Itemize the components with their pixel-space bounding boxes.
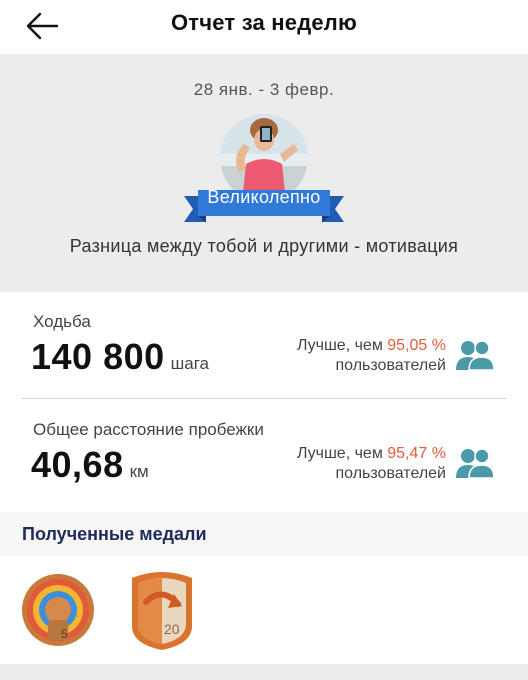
comparison-text: Лучше, чем 95,47 % пользователей [297,444,446,484]
comparison-prefix: Лучше, чем [296,445,383,462]
stat-label: Ходьба [33,312,91,331]
stat-number: 40,68 [31,444,124,485]
stat-value: 140 800 шага [31,336,209,378]
comparison-percent: 95,05 % [387,337,446,354]
medal-number: 20 [164,621,180,637]
medals-header: Полученные медали [0,512,528,556]
stats-panel: Ходьба 140 800 шага Лучше, чем 95,05 % по… [0,292,528,512]
shield-medal-icon[interactable]: 20 [124,568,200,652]
stat-label: Общее расстояние пробежки [33,420,264,439]
page-title: Отчет за неделю [171,10,357,35]
comparison-text: Лучше, чем 95,05 % пользователей [297,336,446,376]
comparison-suffix: пользователей [335,465,447,482]
stat-unit: км [129,462,149,481]
badge-label: Великолепно [207,187,321,207]
stat-unit: шага [170,354,210,373]
stat-run-distance: Общее расстояние пробежки 40,68 км Лучше,… [0,400,528,504]
comparison-suffix: пользователей [335,357,447,374]
medal-number: 5 [61,627,68,641]
stat-value: 40,68 км [31,444,149,486]
week-summary: 28 янв. - 3 февр. Великолепно Разница ме… [0,54,528,292]
comparison-prefix: Лучше, чем [296,337,383,354]
stat-walking: Ходьба 140 800 шага Лучше, чем 95,05 % по… [0,292,528,399]
top-bar: Отчет за неделю [0,0,528,54]
date-range: 28 янв. - 3 февр. [193,80,335,99]
stat-number: 140 800 [31,336,165,377]
motivation-text: Разница между тобой и другими - мотиваци… [69,236,459,256]
comparison-percent: 95,47 % [387,445,446,462]
users-icon [456,448,494,478]
bottom-strip [0,664,528,680]
divider [22,398,506,399]
users-icon [456,340,494,370]
medals-list: 5 20 [0,556,528,664]
medals-title: Полученные медали [22,524,207,544]
ring-medal-icon[interactable]: 5 [20,568,96,652]
